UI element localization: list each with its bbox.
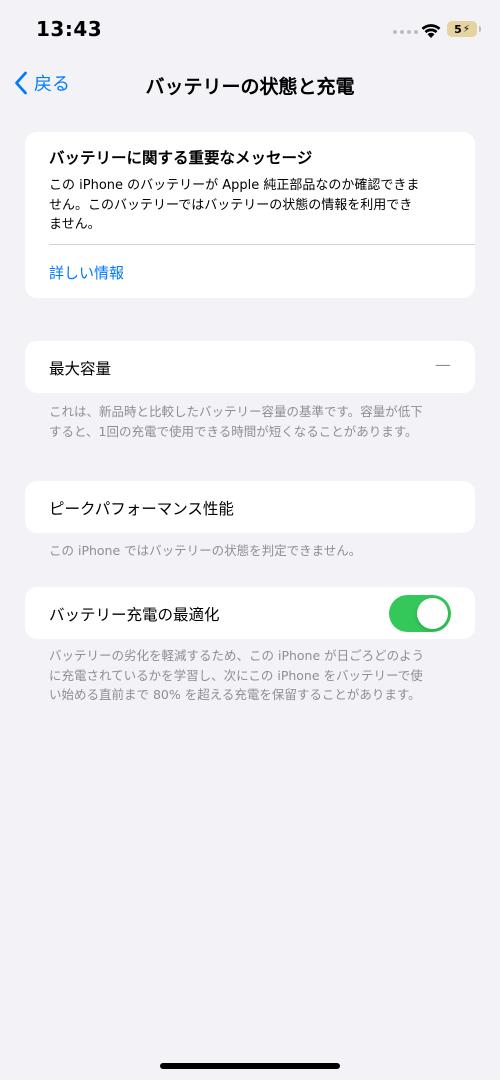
message-body: この iPhone のバッテリーが Apple 純正部品なのか確認できません。こ…	[49, 178, 420, 232]
back-button[interactable]: 戻る	[14, 70, 70, 96]
battery-message-card: バッテリーに関する重要なメッセージ この iPhone のバッテリーが Appl…	[25, 132, 475, 298]
toggle-knob	[417, 598, 448, 629]
max-capacity-value: —	[435, 355, 451, 374]
home-indicator[interactable]	[160, 1063, 340, 1069]
message-title: バッテリーに関する重要なメッセージ	[49, 149, 313, 167]
chevron-left-icon	[15, 71, 27, 95]
wifi-icon	[421, 24, 441, 38]
max-capacity-footnote: これは、新品時と比較したバッテリー容量の基準です。容量が低下すると、1回の充電で…	[49, 404, 423, 439]
battery-icon: 5 ⚡	[447, 21, 481, 37]
peak-performance-row: ピークパフォーマンス性能	[25, 481, 475, 533]
status-time: 13:43	[36, 17, 103, 41]
back-button-label: 戻る	[34, 74, 70, 95]
navigation-bar: バッテリーの状態と充電 戻る	[0, 60, 500, 110]
max-capacity-row: 最大容量 —	[25, 341, 475, 393]
charging-bolt-icon: ⚡	[462, 23, 470, 35]
optimized-charging-footnote: バッテリーの劣化を軽減するため、この iPhone が日ごろどのように充電されて…	[49, 648, 425, 702]
status-bar: 13:43 5 ⚡	[0, 0, 500, 60]
optimized-charging-row: バッテリー充電の最適化	[25, 587, 475, 639]
cellular-signal-icon	[393, 30, 418, 34]
learn-more-link[interactable]: 詳しい情報	[49, 262, 124, 283]
max-capacity-label: 最大容量	[49, 360, 112, 378]
optimized-charging-label: バッテリー充電の最適化	[49, 606, 220, 624]
peak-performance-footnote: この iPhone ではバッテリーの状態を判定できません。	[49, 543, 362, 558]
battery-level: 5	[454, 22, 462, 36]
page-title: バッテリーの状態と充電	[145, 76, 355, 98]
optimized-charging-toggle[interactable]	[389, 595, 451, 632]
peak-performance-label: ピークパフォーマンス性能	[49, 500, 234, 518]
divider	[49, 244, 475, 245]
